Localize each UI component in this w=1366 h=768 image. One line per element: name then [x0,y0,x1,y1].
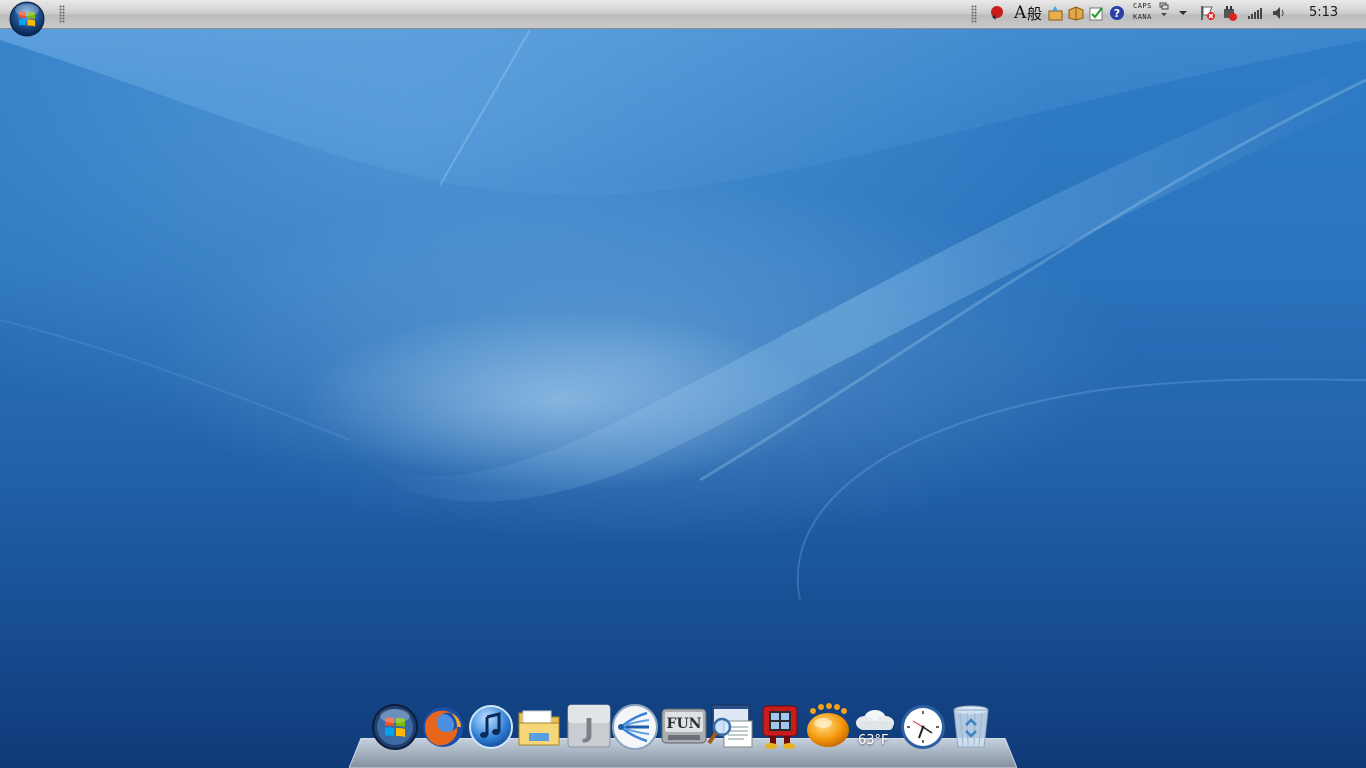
letter-j-icon: J [567,704,611,748]
analog-clock-icon [901,705,945,749]
svg-text:?: ? [1114,7,1120,20]
ime-options-icon[interactable] [1155,0,1173,18]
orange-crown-icon [807,703,849,747]
svg-text:J: J [582,714,594,744]
windows-logo-icon [372,704,418,750]
toolbar-grip[interactable] [59,5,65,23]
ime-tools-icon[interactable] [1087,4,1105,22]
volume-icon[interactable] [1270,4,1288,22]
dock-item-j-app[interactable]: J [565,703,613,753]
wallpaper [0,0,1366,601]
share-arrow-icon [612,704,658,750]
ime-pad-icon[interactable] [1047,4,1065,22]
action-center-flag-icon[interactable] [1199,4,1217,22]
ime-mode-label[interactable]: A [1014,3,1026,23]
fun-disk-icon: FUN [661,708,707,744]
help-icon[interactable]: ? [1108,4,1126,22]
firefox-icon [423,707,463,747]
magnifier-document-icon [707,704,753,748]
svg-text:FUN: FUN [667,716,702,732]
dock-item-itunes[interactable] [467,703,515,753]
itunes-note-icon [469,705,513,749]
tray-expand-icon[interactable] [1174,4,1192,22]
folder-icon [518,710,560,746]
top-menu-bar: A 般 ? CAPS KANA 5:13 [0,0,1366,37]
weather-temperature: 63°F [858,733,889,748]
dock-item-clock[interactable] [899,703,947,753]
dock-item-gom-player[interactable] [804,703,852,753]
tray-grip[interactable] [971,5,977,23]
dock-item-windows[interactable] [371,703,419,753]
dock-item-red-robot-app[interactable] [756,703,804,753]
dock-item-document-viewer[interactable] [706,703,754,753]
start-button[interactable] [9,1,45,37]
dock-item-share-app[interactable] [611,703,659,753]
desktop[interactable]: A 般 ? CAPS KANA 5:13 J FUN 63°F [0,0,1366,768]
recycle-bin-icon [953,705,989,748]
security-shield-icon[interactable] [988,4,1006,22]
clock-time[interactable]: 5:13 [1309,5,1338,20]
ime-kanji-label[interactable]: 般 [1027,3,1042,24]
dock-item-explorer[interactable] [515,703,563,753]
robot-icon [762,705,798,749]
network-plug-icon[interactable] [1220,4,1238,22]
kana-lock-indicator: KANA [1133,13,1152,21]
dock-item-recycle-bin[interactable] [947,703,995,753]
windows-logo-icon [9,1,45,37]
dock-item-fun-app[interactable]: FUN [660,703,708,753]
caps-lock-indicator: CAPS [1133,2,1152,10]
dock-item-firefox[interactable] [419,703,467,753]
ime-dictionary-icon[interactable] [1067,4,1085,22]
signal-bars-icon[interactable] [1246,4,1264,22]
